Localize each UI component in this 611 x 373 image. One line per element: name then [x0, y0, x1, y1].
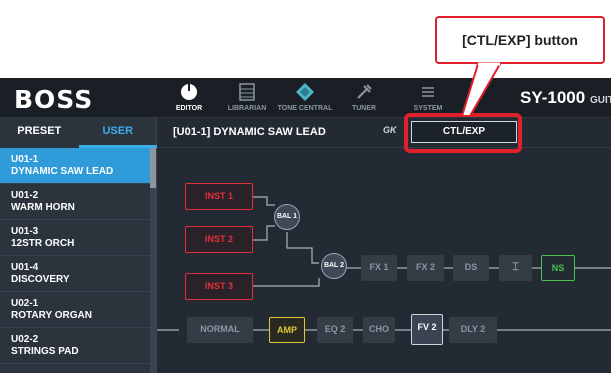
nav-librarian-label: LIBRARIAN: [227, 105, 267, 112]
patch-tabs: PRESET USER: [0, 118, 157, 148]
ns-block[interactable]: NS: [541, 255, 575, 281]
inst-2-block[interactable]: INST 2: [185, 226, 253, 253]
patch-name: DYNAMIC SAW LEAD: [11, 166, 114, 177]
patch-id: U02-1: [11, 298, 39, 309]
patch-id: U01-3: [11, 226, 39, 237]
tone-central-icon: [277, 81, 333, 105]
nav-system-label: SYSTEM: [413, 105, 443, 112]
sidebar-scrollbar[interactable]: [150, 148, 156, 373]
boss-logo: BOSS: [14, 85, 93, 114]
ds-block[interactable]: DS: [453, 255, 489, 281]
model-name: SY-1000: [520, 88, 586, 107]
divider-icon: ⌶: [512, 261, 519, 273]
callout-ctl-exp: [CTL/EXP] button: [435, 16, 605, 64]
patch-id: U02-2: [11, 334, 39, 345]
top-bar: BOSS EDITOR LIBRARIAN TONE CENTRAL TUNER: [0, 78, 611, 118]
patch-item-u01-2[interactable]: U01-2 WARM HORN: [0, 184, 150, 220]
effect-chain: INST 1 INST 2 INST 3 BAL 1 BAL 2 FX 1 FX…: [157, 118, 611, 373]
patch-name: ROTARY ORGAN: [11, 310, 92, 321]
librarian-icon: [219, 81, 275, 105]
patch-name: 12STR ORCH: [11, 238, 75, 249]
nav-tone-central[interactable]: TONE CENTRAL: [277, 81, 333, 117]
amp-block[interactable]: AMP: [269, 317, 305, 343]
logo-text: BOSS: [14, 85, 94, 114]
tab-user[interactable]: USER: [78, 118, 157, 148]
eq-2-block[interactable]: EQ 2: [317, 317, 353, 343]
tuner-icon: [336, 81, 392, 105]
scrollbar-thumb[interactable]: [150, 148, 156, 188]
nav-system[interactable]: SYSTEM: [400, 81, 456, 117]
nav-editor-label: EDITOR: [175, 105, 203, 112]
patch-name: DISCOVERY: [11, 274, 70, 285]
fv-2-block[interactable]: FV 2: [411, 314, 443, 345]
fx-1-block[interactable]: FX 1: [361, 255, 397, 281]
patch-id: U01-2: [11, 190, 39, 201]
nav-editor[interactable]: EDITOR: [161, 81, 217, 117]
patch-item-u01-1[interactable]: U01-1 DYNAMIC SAW LEAD: [0, 148, 150, 184]
nav-librarian[interactable]: LIBRARIAN: [219, 81, 275, 117]
nav-tuner[interactable]: TUNER: [336, 81, 392, 117]
patch-item-u02-1[interactable]: U02-1 ROTARY ORGAN: [0, 292, 150, 328]
menu-icon: [400, 81, 456, 105]
patch-id: U01-1: [11, 154, 39, 165]
callout-label: [CTL/EXP] button: [462, 32, 578, 48]
normal-block[interactable]: NORMAL: [187, 317, 253, 343]
bal-2-node[interactable]: BAL 2: [321, 253, 347, 279]
dly-2-block[interactable]: DLY 2: [449, 317, 497, 343]
patch-item-u01-3[interactable]: U01-3 12STR ORCH: [0, 220, 150, 256]
fx-2-block[interactable]: FX 2: [407, 255, 444, 281]
app-window: BOSS EDITOR LIBRARIAN TONE CENTRAL TUNER: [0, 78, 611, 373]
editor-main: [U01-1] DYNAMIC SAW LEAD GK CTL/EXP INST…: [157, 118, 611, 373]
patch-list: U01-1 DYNAMIC SAW LEAD U01-2 WARM HORN U…: [0, 148, 150, 364]
patch-item-u02-2[interactable]: U02-2 STRINGS PAD: [0, 328, 150, 364]
patch-name: STRINGS PAD: [11, 346, 79, 357]
nav-tuner-label: TUNER: [351, 105, 377, 112]
cho-block[interactable]: CHO: [363, 317, 395, 343]
inst-1-block[interactable]: INST 1: [185, 183, 253, 210]
patch-item-u01-4[interactable]: U01-4 DISCOVERY: [0, 256, 150, 292]
editor-icon: [161, 81, 217, 105]
inst-3-block[interactable]: INST 3: [185, 273, 253, 300]
divider-block[interactable]: ⌶: [499, 255, 532, 281]
model-suffix: GUITAR: [589, 95, 611, 106]
bal-1-node[interactable]: BAL 1: [274, 204, 300, 230]
patch-id: U01-4: [11, 262, 39, 273]
device-model: SY-1000 GUITAR: [520, 88, 611, 108]
nav-tone-central-label: TONE CENTRAL: [277, 105, 333, 112]
tab-preset[interactable]: PRESET: [0, 118, 79, 148]
patch-name: WARM HORN: [11, 202, 75, 213]
patch-sidebar: PRESET USER U01-1 DYNAMIC SAW LEAD U01-2…: [0, 118, 157, 373]
